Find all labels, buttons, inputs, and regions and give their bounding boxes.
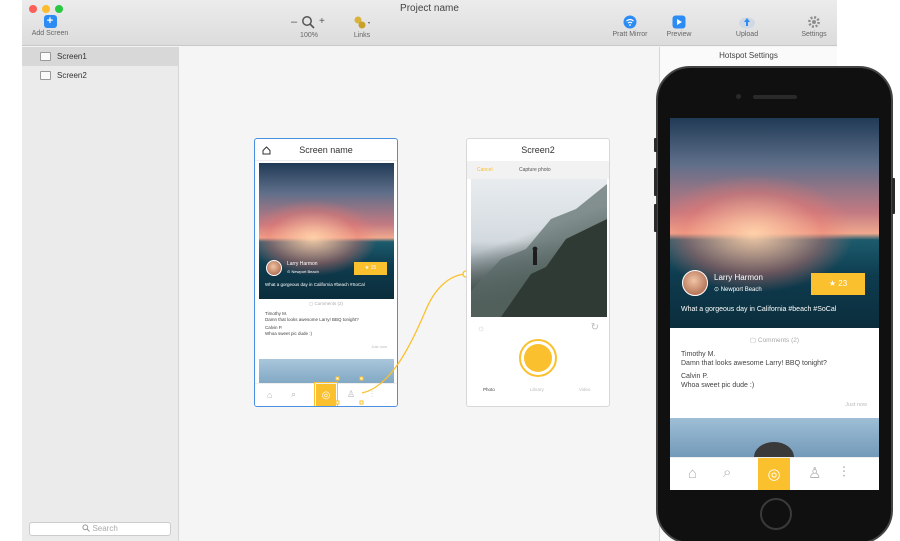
search-tab-icon[interactable]: ⌕ xyxy=(723,464,731,481)
volume-up-button xyxy=(654,168,657,196)
design-canvas[interactable]: Screen name Larry Harmon ⊙ Newport Beach… xyxy=(180,47,660,541)
links-icon xyxy=(354,16,370,29)
location-label: ⊙ Newport Beach xyxy=(714,287,762,293)
upload-label: Upload xyxy=(735,31,759,38)
add-screen-label: Add Screen xyxy=(31,30,69,37)
user-name: Larry Harmon xyxy=(714,273,763,282)
screen2-header: Screen2 xyxy=(467,139,609,161)
preview-label: Preview xyxy=(666,31,692,38)
window-title: Project name xyxy=(400,3,459,14)
comment-text: Damn that looks awesome Larry! BBQ tonig… xyxy=(681,360,827,367)
shutter-button[interactable] xyxy=(519,339,557,377)
front-camera xyxy=(736,94,741,99)
mute-switch xyxy=(654,138,657,152)
phone-screen[interactable]: Larry Harmon ⊙ Newport Beach ★ 23 What a… xyxy=(670,118,879,490)
upload-button[interactable]: Upload xyxy=(730,15,764,38)
screens-sidebar: Screen1 Screen2 Search xyxy=(22,47,179,541)
comments-count: ▢ Comments (2) xyxy=(749,337,800,344)
next-post-photo xyxy=(670,418,879,472)
pratt-mirror-button[interactable]: Pratt Mirror xyxy=(609,15,651,38)
plus-icon: + xyxy=(43,15,57,28)
avatar xyxy=(682,270,708,296)
tab-library[interactable]: Library xyxy=(530,387,544,392)
panel-title: Hotspot Settings xyxy=(719,51,778,60)
upload-icon xyxy=(739,17,755,29)
star-icon: ★ xyxy=(828,279,839,288)
pratt-mirror-label: Pratt Mirror xyxy=(612,31,648,38)
zoom-level: 100% xyxy=(300,32,318,39)
shutter-inner xyxy=(524,344,552,372)
zoom-control[interactable]: – + 100% xyxy=(288,15,330,39)
power-button xyxy=(892,178,895,214)
play-icon xyxy=(672,15,686,29)
sun-icon[interactable]: ☼ xyxy=(477,323,485,333)
tab-video[interactable]: Video xyxy=(579,387,590,392)
sidebar-item-label: Screen2 xyxy=(57,71,87,80)
pin-icon: ⊙ xyxy=(714,287,721,293)
phone-sunset-photo: Larry Harmon ⊙ Newport Beach ★ 23 What a… xyxy=(670,118,879,328)
comment-list: Timothy M. Damn that looks awesome Larry… xyxy=(681,350,827,390)
tab-photo[interactable]: Photo xyxy=(483,387,495,392)
gear-icon xyxy=(808,16,820,28)
magnifier-icon xyxy=(302,16,315,29)
phone-preview: Larry Harmon ⊙ Newport Beach ★ 23 What a… xyxy=(654,66,895,541)
sidebar-item-label: Screen1 xyxy=(57,52,87,61)
camera-tab-button[interactable]: ◎ xyxy=(758,458,790,490)
sidebar-item-screen1[interactable]: Screen1 xyxy=(22,47,179,66)
screen-thumbnail-icon xyxy=(40,52,51,61)
title-bar: Project name + Add Screen – + 100% Links… xyxy=(22,0,837,46)
links-button[interactable]: Links xyxy=(346,15,378,39)
user-tab-icon[interactable]: ♙ xyxy=(808,464,821,482)
screen-thumbnail-icon xyxy=(40,71,51,80)
home-tab-icon[interactable]: ⌂ xyxy=(688,465,697,482)
post-caption: What a gorgeous day in California #beach… xyxy=(681,306,837,313)
volume-down-button xyxy=(654,204,657,232)
links-label: Links xyxy=(353,32,371,39)
phone-tab-bar: ⌂ ⌕ ◎ ♙ ⫶ xyxy=(670,457,879,490)
screen2-card[interactable]: Screen2 Cancel Capture photo ☼ ↻ Photo L xyxy=(466,138,610,407)
search-placeholder: Search xyxy=(92,524,118,533)
comment-author: Calvin P. xyxy=(681,373,709,380)
comment-text: Whoa sweet pic dude :) xyxy=(681,382,755,389)
camera-viewfinder xyxy=(471,179,607,317)
screen-search-input[interactable]: Search xyxy=(29,522,171,536)
post-time: Just now xyxy=(845,402,867,408)
like-button[interactable]: ★ 23 xyxy=(811,273,865,295)
earpiece-speaker xyxy=(753,95,797,99)
capture-photo-title: Capture photo xyxy=(519,167,551,173)
wifi-icon xyxy=(623,15,637,29)
preview-button[interactable]: Preview xyxy=(662,15,696,38)
sliders-tab-icon[interactable]: ⫶ xyxy=(842,464,846,481)
cancel-button[interactable]: Cancel xyxy=(477,167,493,173)
search-icon xyxy=(82,524,91,532)
zoom-in-button[interactable]: + xyxy=(319,16,325,27)
screen2-title: Screen2 xyxy=(521,145,555,155)
comment-icon: ▢ xyxy=(749,337,758,344)
add-screen-button[interactable]: + Add Screen xyxy=(30,15,70,37)
sidebar-item-screen2[interactable]: Screen2 xyxy=(22,66,179,85)
camera-top-bar: Cancel Capture photo xyxy=(467,161,609,179)
zoom-out-button[interactable]: – xyxy=(291,16,297,28)
comment-author: Timothy M. xyxy=(681,351,716,358)
refresh-icon[interactable]: ↻ xyxy=(591,322,599,333)
mountain-photo-art xyxy=(471,184,607,317)
zoom-icon-group: – + xyxy=(288,15,330,30)
settings-label: Settings xyxy=(801,31,827,38)
settings-button[interactable]: Settings xyxy=(797,15,831,38)
home-button[interactable] xyxy=(760,498,792,530)
